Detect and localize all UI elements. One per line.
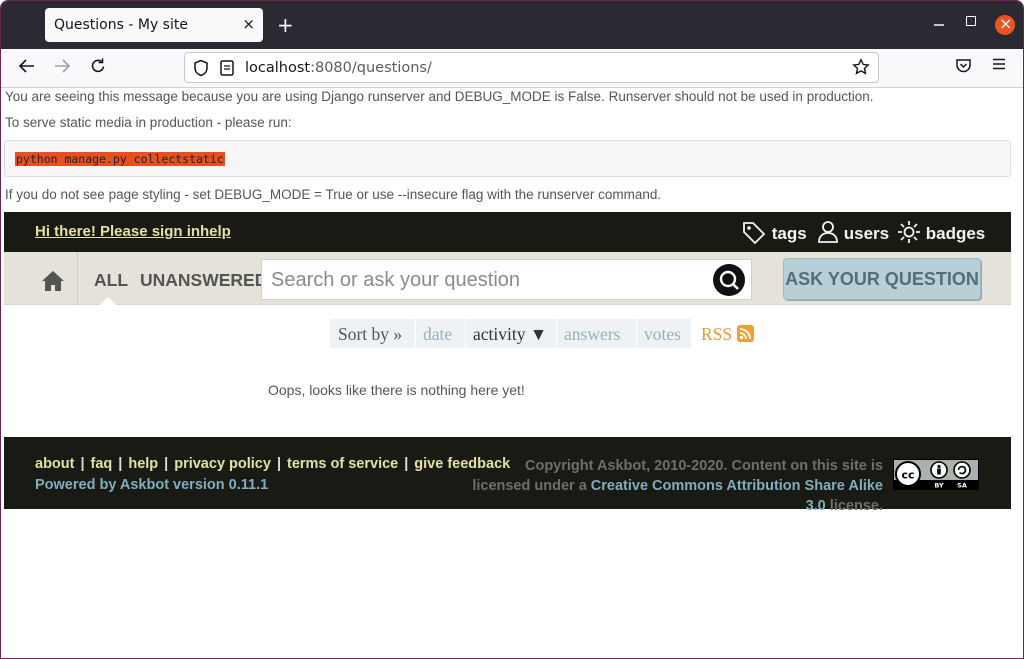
debug-hint-text: If you do not see page styling - set DEB… bbox=[5, 187, 662, 202]
sign-in-link[interactable]: Hi there! Please sign in bbox=[35, 223, 200, 240]
scope-all-tab[interactable]: ALL bbox=[94, 270, 128, 291]
sort-date-option[interactable]: date bbox=[423, 324, 452, 345]
nav-badges[interactable]: badges bbox=[897, 220, 985, 244]
search-button[interactable] bbox=[713, 264, 745, 296]
footer-links: about | faq | help | privacy policy | terms of s… bbox=[35, 456, 510, 472]
copyright-suffix: license. bbox=[829, 498, 883, 514]
copyright-text: Copyright Askbot, 2010-2020. Content on … bbox=[463, 456, 883, 516]
search-icon bbox=[719, 270, 739, 290]
url-path: :8080/questions/ bbox=[310, 60, 432, 76]
nav-users-label: users bbox=[843, 224, 890, 243]
search-input[interactable]: Search or ask your question bbox=[261, 259, 752, 300]
site-header: Hi there! Please sign in help tags users… bbox=[4, 212, 1011, 252]
sa-badge-text: SA bbox=[957, 482, 967, 490]
tag-icon bbox=[743, 222, 766, 245]
sort-divider bbox=[465, 319, 466, 348]
sort-votes-option[interactable]: votes bbox=[644, 324, 681, 345]
back-arrow-icon[interactable] bbox=[18, 57, 36, 80]
footer-about-link[interactable]: about bbox=[35, 456, 74, 472]
forward-arrow-icon[interactable] bbox=[53, 57, 71, 80]
url-host: localhost bbox=[245, 60, 311, 76]
rss-icon[interactable] bbox=[737, 325, 754, 342]
collectstatic-command: python manage.py collectstatic bbox=[15, 152, 225, 166]
footer-terms-link[interactable]: terms of service bbox=[287, 456, 398, 472]
sort-activity-option[interactable]: activity ▼ bbox=[473, 324, 547, 345]
cc-license-badge[interactable]: cc BY SA bbox=[893, 459, 979, 490]
ask-question-label: ASK YOUR QUESTION bbox=[785, 269, 979, 289]
empty-questions-message: Oops, looks like there is nothing here y… bbox=[268, 382, 525, 398]
navigation-toolbar: localhost:8080/questions/ bbox=[1, 49, 1023, 88]
ask-question-button[interactable]: ASK YOUR QUESTION bbox=[783, 258, 981, 300]
user-icon bbox=[818, 221, 838, 243]
cc-badge-text: cc bbox=[901, 469, 914, 482]
address-bar[interactable]: localhost:8080/questions/ bbox=[184, 52, 879, 83]
home-icon bbox=[41, 270, 65, 297]
footer-separator: | bbox=[80, 456, 85, 472]
nav-users[interactable]: users bbox=[817, 220, 889, 244]
shield-icon[interactable] bbox=[193, 59, 209, 82]
footer-separator: | bbox=[164, 456, 169, 472]
footer-privacy-link[interactable]: privacy policy bbox=[174, 456, 271, 472]
title-bar: Questions - My site × + bbox=[1, 1, 1023, 49]
pocket-icon[interactable] bbox=[955, 57, 972, 79]
bookmark-star-icon[interactable] bbox=[852, 58, 870, 81]
tab-close-icon[interactable]: × bbox=[242, 15, 255, 33]
nav-tags[interactable]: tags bbox=[741, 220, 807, 245]
site-footer: about | faq | help | privacy policy | terms of s… bbox=[4, 437, 1011, 514]
maximize-icon[interactable] bbox=[966, 16, 976, 26]
sort-divider bbox=[636, 319, 637, 348]
page-content: You are seeing this message because you … bbox=[1, 88, 1023, 658]
hamburger-menu-icon[interactable] bbox=[991, 56, 1007, 77]
new-tab-icon[interactable]: + bbox=[277, 13, 294, 37]
search-placeholder: Search or ask your question bbox=[271, 269, 521, 291]
footer-separator: | bbox=[276, 456, 281, 472]
sort-bar: Sort by » date activity ▼ answers votes bbox=[330, 319, 691, 348]
scope-unanswered-tab[interactable]: UNANSWERED bbox=[140, 270, 267, 291]
footer-separator: | bbox=[404, 456, 409, 472]
footer-faq-link[interactable]: faq bbox=[91, 456, 113, 472]
scope-search-bar: ALL UNANSWERED Search or ask your questi… bbox=[4, 252, 1011, 306]
badge-icon bbox=[898, 221, 920, 243]
debug-instruction-text: To serve static media in production - pl… bbox=[5, 115, 292, 130]
url-text: localhost:8080/questions/ bbox=[245, 60, 432, 76]
footer-separator: | bbox=[118, 456, 123, 472]
minimize-icon[interactable] bbox=[934, 15, 944, 30]
tab-title: Questions - My site bbox=[54, 17, 188, 33]
sort-divider bbox=[556, 319, 557, 348]
footer-help-link[interactable]: help bbox=[128, 456, 158, 472]
sort-by-label: Sort by » bbox=[338, 324, 403, 344]
rss-link[interactable]: RSS bbox=[701, 324, 732, 345]
nav-tags-label: tags bbox=[771, 224, 807, 243]
browser-tab[interactable]: Questions - My site × bbox=[45, 8, 263, 42]
help-link[interactable]: help bbox=[200, 223, 231, 240]
sort-answers-option[interactable]: answers bbox=[564, 324, 620, 345]
browser-window: Questions - My site × + localhost:8080/q bbox=[0, 0, 1024, 659]
debug-warning-text: You are seeing this message because you … bbox=[5, 89, 874, 104]
home-button[interactable] bbox=[4, 252, 78, 305]
sort-divider bbox=[415, 319, 416, 348]
by-badge-text: BY bbox=[934, 482, 944, 490]
powered-by-link[interactable]: Powered by Askbot version 0.11.1 bbox=[35, 477, 268, 493]
close-window-icon[interactable] bbox=[995, 14, 1015, 35]
reload-icon[interactable] bbox=[89, 57, 107, 80]
nav-badges-label: badges bbox=[925, 224, 986, 243]
command-code-block: python manage.py collectstatic bbox=[4, 140, 1011, 177]
page-info-icon[interactable] bbox=[219, 59, 235, 82]
active-scope-indicator bbox=[98, 297, 118, 306]
